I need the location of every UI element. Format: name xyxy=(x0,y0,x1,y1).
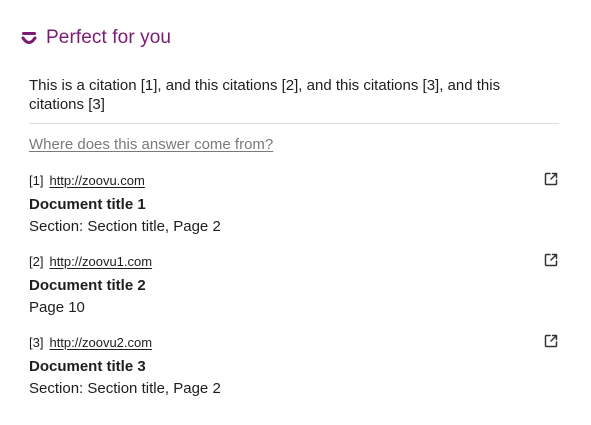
page-title: Perfect for you xyxy=(46,27,172,48)
document-section: Section: Section title, Page 2 xyxy=(29,380,221,397)
citation-item: [3] http://zoovu2.com Document title 3 S… xyxy=(29,333,559,399)
citation-url-link[interactable]: http://zoovu2.com xyxy=(49,335,152,350)
document-section: Section: Section title, Page 2 xyxy=(29,218,221,235)
document-section: Page 10 xyxy=(29,299,85,316)
document-title: Document title 2 xyxy=(29,277,146,294)
citation-url-link[interactable]: http://zoovu.com xyxy=(49,173,144,188)
document-title: Document title 1 xyxy=(29,196,146,213)
document-title: Document title 3 xyxy=(29,358,146,375)
external-link-icon[interactable] xyxy=(543,252,559,268)
citation-item: [2] http://zoovu1.com Document title 2 P… xyxy=(29,252,559,318)
citation-number: [3] xyxy=(29,334,44,350)
divider xyxy=(29,123,559,124)
answer-text: This is a citation [1], and this citatio… xyxy=(29,77,501,113)
citation-number: [2] xyxy=(29,253,44,269)
external-link-icon[interactable] xyxy=(543,333,559,349)
header: Perfect for you xyxy=(20,27,171,49)
citation-url-link[interactable]: http://zoovu1.com xyxy=(49,254,152,269)
smile-logo-icon xyxy=(21,32,37,44)
source-toggle-link[interactable]: Where does this answer come from? xyxy=(29,136,273,153)
citation-number: [1] xyxy=(29,172,44,188)
external-link-icon[interactable] xyxy=(543,171,559,187)
citation-item: [1] http://zoovu.com Document title 1 Se… xyxy=(29,171,559,237)
